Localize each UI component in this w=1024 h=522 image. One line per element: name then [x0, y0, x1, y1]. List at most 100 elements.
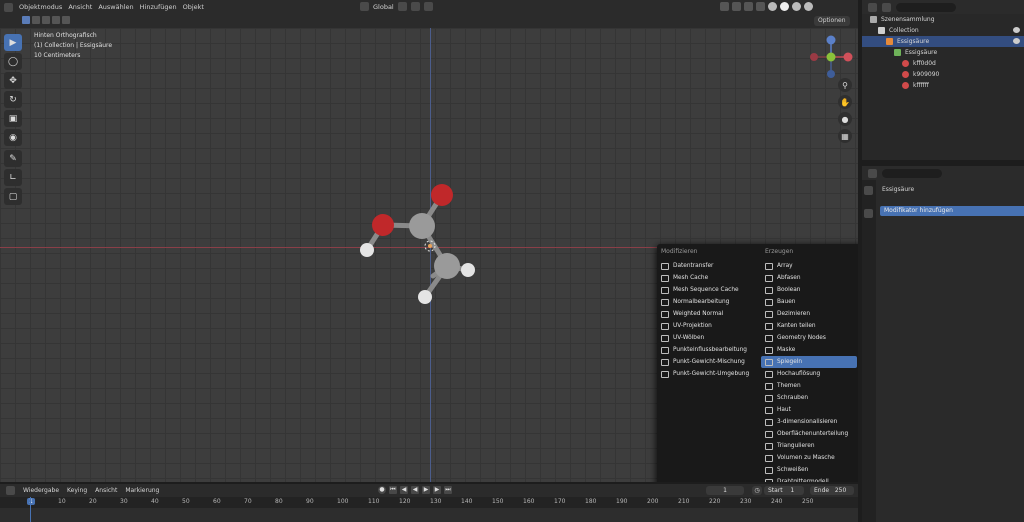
outliner-row-material[interactable]: k909090 [862, 69, 1024, 80]
menu-item[interactable]: Punkt-Gewicht-Umgebung [657, 368, 757, 380]
hydrogen-atom[interactable] [418, 290, 432, 304]
move-tool-icon[interactable]: ✥ [4, 72, 22, 89]
carbon-atom[interactable] [409, 213, 435, 239]
outliner-row-material[interactable]: kff0d0d [862, 58, 1024, 69]
menu-keying[interactable]: Keying [67, 487, 87, 494]
outliner-filter-icon[interactable] [882, 2, 891, 12]
menu-item[interactable]: Schrauben [761, 392, 857, 404]
menu-item[interactable]: Punkt-Gewicht-Mischung [657, 356, 757, 368]
material-shading-icon[interactable] [792, 2, 801, 11]
perspective-grid-icon[interactable]: ▦ [838, 129, 852, 143]
zoom-icon[interactable]: ⚲ [838, 78, 852, 92]
menu-item[interactable]: Themen [761, 380, 857, 392]
menu-item[interactable]: Hochauflösung [761, 368, 857, 380]
timeline-editor-icon[interactable] [6, 486, 15, 495]
outliner-row-object[interactable]: Essigsäure [862, 36, 1024, 47]
menu-item[interactable]: Mesh Sequence Cache [657, 284, 757, 296]
snap-icon[interactable] [410, 2, 420, 11]
proportional-edit-icon[interactable] [423, 2, 433, 11]
menu-item[interactable]: Maske [761, 344, 857, 356]
gizmo-z-icon[interactable] [826, 35, 836, 45]
overlay-toggle-icon[interactable] [744, 2, 753, 11]
menu-item[interactable]: Haut [761, 404, 857, 416]
select-new-icon[interactable] [22, 16, 30, 24]
menu-item[interactable]: Schweißen [761, 464, 857, 476]
select-extend-icon[interactable] [32, 16, 40, 24]
menu-markierung[interactable]: Markierung [125, 487, 159, 494]
timeline-ruler[interactable]: 1102030405060708090100110120130140150160… [0, 497, 858, 508]
menu-item[interactable]: Spiegeln [761, 356, 857, 368]
add-modifier-button[interactable]: Modifikator hinzufügen [880, 206, 1024, 216]
end-frame-field[interactable]: Ende 250 [810, 486, 854, 495]
select-invert-icon[interactable] [52, 16, 60, 24]
jump-start-icon[interactable]: ⏮ [389, 486, 397, 494]
tool-tab-icon[interactable] [864, 186, 873, 195]
scale-tool-icon[interactable]: ▣ [4, 110, 22, 127]
menu-item[interactable]: Datentransfer [657, 260, 757, 272]
mode-dropdown[interactable]: Objektmodus [19, 3, 62, 11]
navigation-gizmo[interactable] [806, 32, 856, 82]
gizmo-y-icon[interactable] [826, 52, 836, 62]
gizmo-x-icon[interactable] [843, 52, 853, 62]
3d-viewport[interactable]: Hinten Orthografisch (1) Collection | Es… [0, 28, 858, 482]
menu-item[interactable]: Bauen [761, 296, 857, 308]
cursor-tool-icon[interactable]: ◯ [4, 53, 22, 70]
outliner-scene-collection[interactable]: Szenensammlung [862, 14, 1024, 25]
eye-icon[interactable] [1013, 38, 1020, 44]
play-reverse-icon[interactable]: ◀ [411, 486, 419, 494]
select-intersect-icon[interactable] [62, 16, 70, 24]
properties-search-input[interactable] [882, 168, 942, 178]
annotate-tool-icon[interactable]: ✎ [4, 150, 22, 167]
add-cube-tool-icon[interactable]: ▢ [4, 188, 22, 205]
solid-shading-icon[interactable] [780, 2, 789, 11]
menu-item[interactable]: Boolean [761, 284, 857, 296]
menu-item[interactable]: Geometry Nodes [761, 332, 857, 344]
transform-tool-icon[interactable]: ◉ [4, 129, 22, 146]
play-icon[interactable]: ▶ [422, 486, 430, 494]
rotate-tool-icon[interactable]: ↻ [4, 91, 22, 108]
carbon-atom[interactable] [434, 253, 460, 279]
menu-item[interactable]: Drahtgittermodell [761, 476, 857, 482]
eye-icon[interactable] [1013, 27, 1020, 33]
acetic-acid-molecule[interactable] [350, 178, 490, 318]
gizmo-neg-z-icon[interactable] [827, 70, 835, 78]
select-subtract-icon[interactable] [42, 16, 50, 24]
menu-item[interactable]: Abfasen [761, 272, 857, 284]
menu-item[interactable]: Normalbearbeitung [657, 296, 757, 308]
oxygen-atom[interactable] [431, 184, 453, 206]
modifier-tab-icon[interactable] [864, 209, 873, 218]
timeline-track[interactable] [0, 508, 858, 522]
menu-timeline-ansicht[interactable]: Ansicht [95, 487, 117, 494]
oxygen-atom[interactable] [372, 214, 394, 236]
record-icon[interactable]: ● [378, 486, 386, 494]
menu-item[interactable]: Array [761, 260, 857, 272]
jump-end-icon[interactable]: ⏭ [444, 486, 452, 494]
menu-hinzufuegen[interactable]: Hinzufügen [140, 3, 177, 11]
properties-editor-icon[interactable] [868, 168, 877, 178]
menu-item[interactable]: Kanten teilen [761, 320, 857, 332]
outliner-row-mesh[interactable]: Essigsäure [862, 47, 1024, 58]
clock-icon[interactable]: ◷ [752, 486, 762, 495]
measure-tool-icon[interactable]: ∟ [4, 169, 22, 186]
menu-item[interactable]: Dezimieren [761, 308, 857, 320]
wireframe-shading-icon[interactable] [768, 2, 777, 11]
menu-item[interactable]: 3-dimensionalisieren [761, 416, 857, 428]
hydrogen-atom[interactable] [360, 243, 374, 257]
options-button[interactable]: Optionen [814, 16, 850, 26]
menu-auswaehlen[interactable]: Auswählen [98, 3, 133, 11]
outliner-search-input[interactable] [896, 2, 956, 12]
hydrogen-atom[interactable] [461, 263, 475, 277]
visibility-icon[interactable] [720, 2, 729, 11]
outliner-row-material[interactable]: kffffff [862, 80, 1024, 91]
menu-item[interactable]: Mesh Cache [657, 272, 757, 284]
pivot-icon[interactable] [397, 2, 407, 11]
menu-item[interactable]: UV-Wölben [657, 332, 757, 344]
gizmo-neg-x-icon[interactable] [810, 53, 818, 61]
select-box-tool-icon[interactable]: ▶ [4, 34, 22, 51]
menu-wiedergabe[interactable]: Wiedergabe [23, 487, 59, 494]
menu-ansicht[interactable]: Ansicht [68, 3, 92, 11]
gizmo-toggle-icon[interactable] [732, 2, 741, 11]
next-keyframe-icon[interactable]: ▶ [433, 486, 441, 494]
menu-item[interactable]: UV-Projektion [657, 320, 757, 332]
menu-item[interactable]: Punkteinflussbearbeitung [657, 344, 757, 356]
